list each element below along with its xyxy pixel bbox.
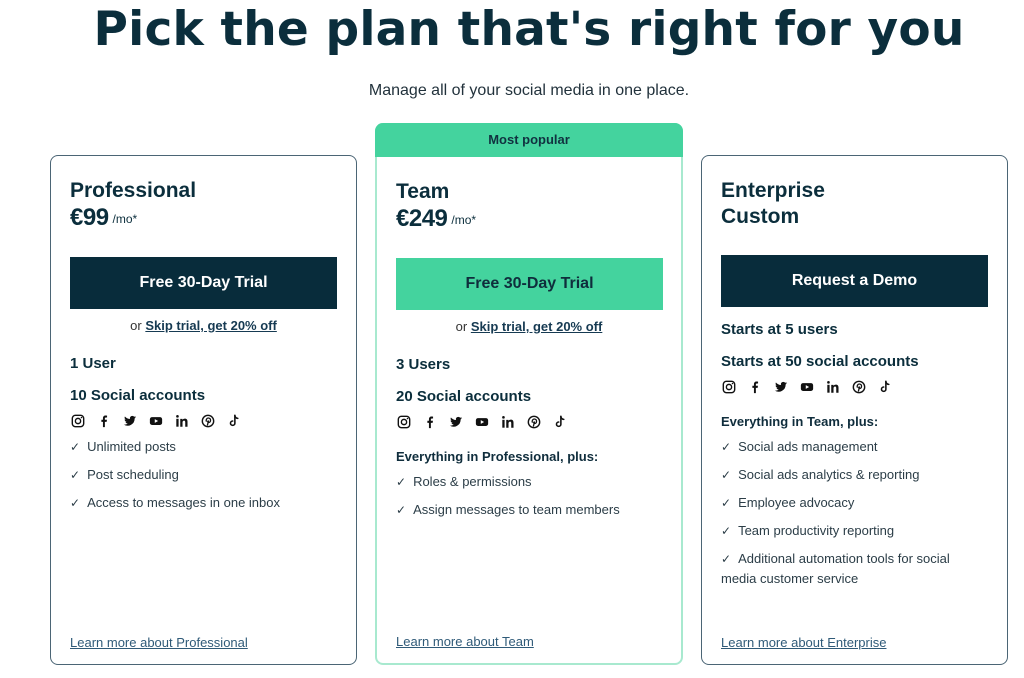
twitter-icon — [448, 415, 463, 430]
learn-more-link[interactable]: Learn more about Professional — [70, 635, 248, 650]
includes-heading: Everything in Professional, plus: — [396, 449, 599, 464]
social-accounts-count: 10 Social accounts — [70, 387, 206, 404]
feature-item: ✓ Social ads management — [721, 437, 988, 457]
tiktok-icon — [877, 380, 892, 395]
feature-text: Social ads management — [738, 439, 878, 454]
check-icon: ✓ — [70, 468, 81, 482]
most-popular-badge: Most popular — [375, 123, 683, 157]
check-icon: ✓ — [721, 468, 732, 482]
users-count: Starts at 5 users — [721, 321, 838, 338]
linkedin-icon — [174, 414, 189, 429]
facebook-icon — [422, 415, 437, 430]
plan-name: Team — [396, 180, 450, 203]
social-icons-row — [721, 379, 988, 395]
social-icons-row — [396, 414, 662, 430]
page-title: Pick the plan that's right for you — [93, 2, 965, 57]
plan-price: Custom — [721, 205, 800, 228]
feature-item: ✓ Social ads analytics & reporting — [721, 465, 988, 485]
check-icon: ✓ — [721, 552, 732, 566]
plan-card-enterprise: Enterprise Custom Request a Demo Starts … — [701, 155, 1008, 665]
check-icon: ✓ — [70, 440, 81, 454]
plan-name: Professional — [70, 179, 197, 202]
check-icon: ✓ — [721, 496, 732, 510]
includes-heading: Everything in Team, plus: — [721, 414, 879, 429]
price-period: /mo* — [451, 213, 477, 227]
feature-item: ✓ Employee advocacy — [721, 493, 988, 513]
feature-text: Access to messages in one inbox — [87, 495, 280, 510]
check-icon: ✓ — [396, 475, 407, 489]
social-icons-row — [70, 413, 337, 429]
feature-item: ✓ Unlimited posts — [70, 437, 337, 457]
feature-text: Employee advocacy — [738, 495, 855, 510]
check-icon: ✓ — [721, 440, 732, 454]
linkedin-icon — [500, 415, 515, 430]
pinterest-icon — [526, 415, 541, 430]
price-row: €249 /mo* — [396, 205, 662, 233]
users-count: 1 User — [70, 355, 116, 372]
feature-list: ✓ Social ads management ✓ Social ads analyt… — [721, 437, 988, 589]
skip-prefix: or — [455, 319, 468, 334]
facebook-icon — [747, 380, 762, 395]
linkedin-icon — [825, 380, 840, 395]
plan-price: €99 — [70, 204, 109, 231]
users-count: 3 Users — [396, 356, 451, 373]
check-icon: ✓ — [70, 496, 81, 510]
feature-text: Additional automation tools for social m… — [721, 551, 950, 586]
feature-item: ✓ Post scheduling — [70, 465, 337, 485]
feature-item: ✓ Assign messages to team members — [396, 500, 662, 520]
tiktok-icon — [552, 415, 567, 430]
instagram-icon — [721, 380, 736, 395]
price-row: €99 /mo* — [70, 204, 337, 232]
skip-trial-link[interactable]: Skip trial, get 20% off — [145, 318, 276, 333]
pinterest-icon — [200, 414, 215, 429]
instagram-icon — [70, 414, 85, 429]
pinterest-icon — [851, 380, 866, 395]
learn-more-link[interactable]: Learn more about Enterprise — [721, 635, 886, 650]
feature-text: Social ads analytics & reporting — [738, 467, 920, 482]
skip-prefix: or — [130, 318, 142, 333]
youtube-icon — [799, 380, 814, 395]
free-trial-button[interactable]: Free 30-Day Trial — [396, 258, 663, 310]
feature-item: ✓ Additional automation tools for social … — [721, 549, 988, 589]
twitter-icon — [122, 414, 137, 429]
plan-card-team: Most popular Team €249 /mo* Free 30-Day … — [375, 123, 683, 665]
feature-item: ✓ Team productivity reporting — [721, 521, 988, 541]
feature-item: ✓ Access to messages in one inbox — [70, 493, 337, 513]
social-accounts-count: Starts at 50 social accounts — [721, 353, 919, 370]
page-subtitle: Manage all of your social media in one p… — [368, 82, 690, 99]
feature-list: ✓ Unlimited posts ✓ Post scheduling ✓ Access … — [70, 437, 337, 513]
free-trial-button[interactable]: Free 30-Day Trial — [70, 257, 337, 309]
tiktok-icon — [226, 414, 241, 429]
youtube-icon — [148, 414, 163, 429]
feature-list: ✓ Roles & permissions ✓ Assign messages to … — [396, 472, 662, 520]
request-demo-button[interactable]: Request a Demo — [721, 255, 988, 307]
plan-card-professional: Professional €99 /mo* Free 30-Day Trial … — [50, 155, 357, 665]
feature-text: Assign messages to team members — [413, 502, 620, 517]
feature-text: Post scheduling — [87, 467, 179, 482]
skip-trial-link[interactable]: Skip trial, get 20% off — [471, 319, 602, 334]
instagram-icon — [396, 415, 411, 430]
feature-item: ✓ Roles & permissions — [396, 472, 662, 492]
feature-text: Unlimited posts — [87, 439, 176, 454]
skip-trial-row: or Skip trial, get 20% off — [70, 318, 337, 333]
plan-price: €249 — [396, 205, 448, 232]
twitter-icon — [773, 380, 788, 395]
learn-more-link[interactable]: Learn more about Team — [396, 634, 534, 649]
plan-name: Enterprise — [721, 179, 825, 202]
check-icon: ✓ — [721, 524, 732, 538]
check-icon: ✓ — [396, 503, 407, 517]
youtube-icon — [474, 415, 489, 430]
price-period: /mo* — [112, 212, 138, 226]
skip-trial-row: or Skip trial, get 20% off — [396, 319, 662, 334]
feature-text: Roles & permissions — [413, 474, 532, 489]
social-accounts-count: 20 Social accounts — [396, 388, 532, 405]
facebook-icon — [96, 414, 111, 429]
feature-text: Team productivity reporting — [738, 523, 895, 538]
